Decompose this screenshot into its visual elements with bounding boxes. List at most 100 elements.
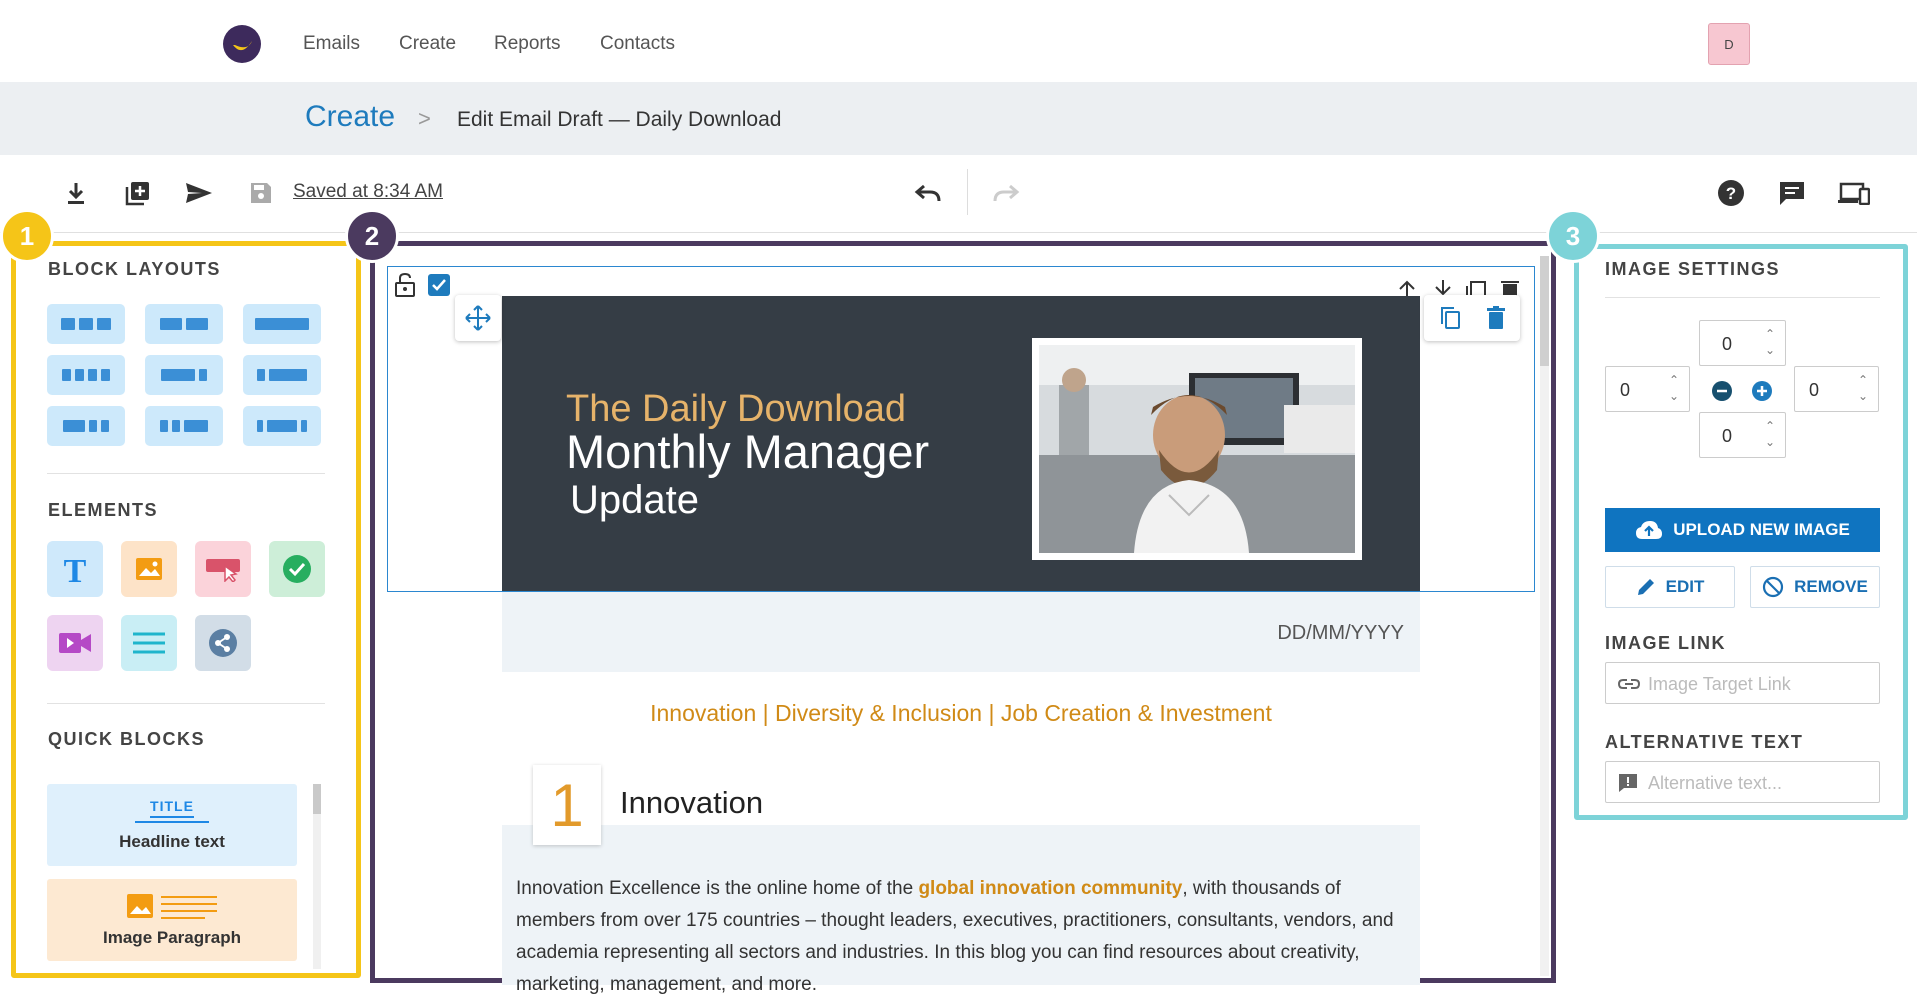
badge-1: 1: [0, 209, 54, 263]
image-link-input[interactable]: Image Target Link: [1605, 662, 1880, 704]
left-panel-highlight: [11, 241, 361, 978]
decrease-padding-icon[interactable]: [1711, 380, 1733, 407]
layout-one-two[interactable]: [145, 406, 223, 446]
editor-toolbar: Saved at 8:34 AM ?: [0, 155, 1917, 233]
layout-four-columns[interactable]: [47, 355, 125, 395]
padding-top-value: 0: [1722, 334, 1733, 354]
send-icon[interactable]: [183, 177, 215, 209]
check-icon[interactable]: [269, 541, 325, 597]
layout-two-one[interactable]: [47, 406, 125, 446]
padding-top-field[interactable]: 0 ⌃ ⌄: [1699, 320, 1786, 366]
button-icon[interactable]: [195, 541, 251, 597]
image-icon[interactable]: [121, 541, 177, 597]
move-up-icon[interactable]: [1396, 280, 1418, 301]
quick-block-image-paragraph[interactable]: Image Paragraph: [47, 879, 297, 961]
comment-icon[interactable]: [1776, 177, 1808, 209]
image-link-title: IMAGE LINK: [1605, 633, 1726, 653]
layout-two-columns[interactable]: [145, 304, 223, 344]
breadcrumb-separator: >: [418, 106, 431, 131]
share-icon[interactable]: [195, 615, 251, 671]
date-row[interactable]: DD/MM/YYYY: [502, 592, 1420, 672]
devices-icon[interactable]: [1838, 177, 1870, 209]
stepper-icon[interactable]: ⌃ ⌄: [1669, 372, 1679, 404]
headline-lines-icon: [135, 821, 209, 823]
quick-block-tag: TITLE: [150, 798, 194, 818]
unlock-icon[interactable]: [394, 272, 416, 303]
divider: [47, 473, 325, 474]
section-body-block[interactable]: Innovation Excellence is the online home…: [502, 825, 1420, 995]
alt-text-icon: [1619, 774, 1637, 792]
nav-create[interactable]: Create: [399, 33, 456, 55]
stepper-icon[interactable]: ⌃ ⌄: [1765, 418, 1775, 450]
redo-icon[interactable]: [990, 177, 1022, 209]
nav-emails[interactable]: Emails: [303, 33, 360, 55]
quick-blocks-scrollbar[interactable]: [313, 784, 321, 969]
video-icon[interactable]: [47, 615, 103, 671]
layout-one-column[interactable]: [243, 304, 321, 344]
badge-3: 3: [1546, 209, 1600, 263]
layout-three-columns[interactable]: [47, 304, 125, 344]
block-select-checkbox[interactable]: [428, 274, 450, 296]
padding-right-value: 0: [1809, 380, 1820, 400]
topics-line[interactable]: Innovation | Diversity & Inclusion | Job…: [502, 700, 1420, 727]
padding-left-value: 0: [1620, 380, 1631, 400]
remove-image-button[interactable]: REMOVE: [1750, 566, 1880, 608]
padding-left-field[interactable]: 0 ⌃ ⌄: [1605, 366, 1690, 412]
cloud-upload-icon: [1636, 521, 1663, 539]
block-icon: [1763, 576, 1784, 598]
breadcrumb-create-link[interactable]: Create: [305, 100, 395, 134]
section-body-text: Innovation Excellence is the online home…: [516, 873, 1406, 1001]
quick-block-headline[interactable]: TITLE Headline text: [47, 784, 297, 866]
nav-reports[interactable]: Reports: [494, 33, 561, 55]
remove-label: REMOVE: [1794, 577, 1868, 596]
svg-text:?: ?: [1726, 184, 1736, 203]
user-avatar[interactable]: D: [1708, 23, 1750, 65]
section-heading[interactable]: Innovation: [620, 785, 763, 821]
alt-text-input[interactable]: Alternative text...: [1605, 761, 1880, 803]
selected-block-outline[interactable]: [387, 266, 1535, 592]
pencil-icon: [1637, 579, 1654, 595]
edit-image-button[interactable]: EDIT: [1605, 566, 1735, 608]
drag-move-handle[interactable]: [455, 295, 501, 341]
save-icon[interactable]: [245, 177, 277, 209]
text-icon[interactable]: T: [47, 541, 103, 597]
app-logo[interactable]: [223, 25, 261, 63]
add-icon[interactable]: [122, 177, 154, 209]
upload-label: UPLOAD NEW IMAGE: [1673, 520, 1850, 539]
page-title: Edit Email Draft — Daily Download: [457, 108, 782, 131]
image-link-placeholder: Image Target Link: [1648, 674, 1791, 694]
section-number: 1: [533, 765, 601, 845]
copy-image-icon[interactable]: [1438, 306, 1462, 330]
saved-status[interactable]: Saved at 8:34 AM: [293, 181, 443, 203]
increase-padding-icon[interactable]: [1751, 380, 1773, 407]
edit-label: EDIT: [1665, 577, 1705, 596]
image-tools: [1424, 295, 1520, 341]
stepper-icon[interactable]: ⌃ ⌄: [1858, 372, 1868, 404]
upload-new-image-button[interactable]: UPLOAD NEW IMAGE: [1605, 508, 1880, 552]
elements-title: ELEMENTS: [48, 500, 159, 520]
delete-image-icon[interactable]: [1486, 306, 1506, 330]
body-link[interactable]: global innovation community: [918, 878, 1182, 899]
padding-right-field[interactable]: 0 ⌃ ⌄: [1794, 366, 1879, 412]
padding-bottom-value: 0: [1722, 426, 1733, 446]
badge-2: 2: [345, 209, 399, 263]
layout-wide-narrow[interactable]: [145, 355, 223, 395]
quick-blocks-title: QUICK BLOCKS: [48, 729, 205, 749]
email-date: DD/MM/YYYY: [1277, 622, 1404, 644]
alt-text-title: ALTERNATIVE TEXT: [1605, 732, 1804, 752]
toolbar-divider: [967, 169, 968, 215]
divider-icon[interactable]: [121, 615, 177, 671]
canvas-scrollbar[interactable]: [1540, 256, 1549, 976]
block-layouts-title: BLOCK LAYOUTS: [48, 259, 221, 279]
help-icon[interactable]: ?: [1715, 177, 1747, 209]
padding-bottom-field[interactable]: 0 ⌃ ⌄: [1699, 412, 1786, 458]
layout-narrow-wide[interactable]: [243, 355, 321, 395]
undo-icon[interactable]: [912, 177, 944, 209]
stepper-icon[interactable]: ⌃ ⌄: [1765, 326, 1775, 358]
nav-contacts[interactable]: Contacts: [600, 33, 675, 55]
quick-block-label: Image Paragraph: [103, 928, 241, 947]
breadcrumb: Create > Edit Email Draft — Daily Downlo…: [0, 82, 1917, 155]
link-icon: [1618, 679, 1640, 689]
layout-narrow-wide-narrow[interactable]: [243, 406, 321, 446]
download-icon[interactable]: [60, 177, 92, 209]
